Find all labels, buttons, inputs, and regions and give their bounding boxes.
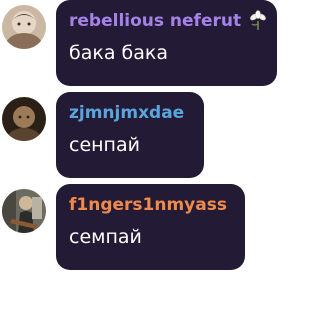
username[interactable]: f1ngers1nmyass [69,194,232,216]
username-label: rebellious neferut [69,11,242,31]
username-label: zjmnjmxdae [69,103,185,123]
flower-icon [247,10,269,32]
username[interactable]: zjmnjmxdae [69,102,191,124]
username-label: f1ngers1nmyass [69,195,227,215]
avatar[interactable] [2,97,46,141]
message-text: семпай [69,226,142,248]
message-text: бака бака [69,42,168,64]
chat-log: rebellious neferut бака бака zjmnjmxdae … [0,0,291,320]
message-bubble: f1ngers1nmyass семпай [56,184,245,270]
message-bubble: rebellious neferut бака бака [56,0,277,86]
username[interactable]: rebellious neferut [69,10,266,32]
message-bubble: zjmnjmxdae сенпай [56,92,204,178]
message-text: сенпай [69,134,140,156]
avatar[interactable] [2,5,46,49]
avatar[interactable] [2,189,46,233]
